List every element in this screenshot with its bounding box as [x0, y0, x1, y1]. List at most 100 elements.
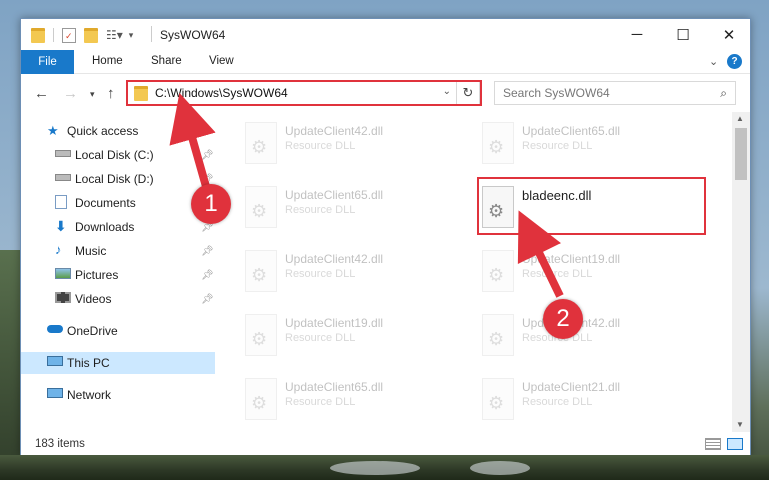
sidebar-item-label: Downloads — [75, 220, 135, 234]
search-icon[interactable]: ⌕ — [720, 86, 727, 101]
tab-view[interactable]: View — [209, 55, 234, 67]
title-bar: ✓ ☷▾ ▾ SysWOW64 ─ ☐ ✕ — [21, 19, 750, 50]
file-item[interactable]: ⚙ UpdateClient42.dll Resource DLL — [239, 118, 469, 172]
tab-home[interactable]: Home — [92, 55, 123, 67]
scroll-up-icon[interactable]: ▲ — [736, 114, 744, 123]
computer-icon — [47, 356, 63, 366]
ribbon-tabs: File Home Share View ⌄ ? — [21, 50, 750, 74]
file-item-bladeenc[interactable]: ⚙ bladeenc.dll — [476, 182, 706, 236]
dll-file-icon: ⚙ — [245, 250, 277, 292]
file-type: Resource DLL — [285, 204, 356, 216]
dll-file-icon: ⚙ — [482, 378, 514, 420]
file-item[interactable]: ⚙ UpdateClient19.dll Resource DLL — [239, 310, 469, 364]
file-type: Resource DLL — [285, 396, 356, 408]
close-button[interactable]: ✕ — [706, 19, 750, 50]
help-icon[interactable]: ? — [727, 54, 742, 69]
sidebar-item-local-disk-c[interactable]: Local Disk (C:) 📌︎ — [21, 144, 215, 166]
pin-icon[interactable]: 📌︎ — [201, 246, 214, 257]
sidebar-item-documents[interactable]: Documents 📌︎ — [21, 192, 215, 214]
sidebar-item-this-pc[interactable]: This PC — [21, 352, 215, 374]
sidebar-item-pictures[interactable]: Pictures 📌︎ — [21, 264, 215, 286]
sidebar-item-label: Local Disk (D:) — [75, 172, 154, 186]
divider — [53, 28, 54, 42]
search-input[interactable]: Search SysWOW64 ⌕ — [494, 81, 736, 105]
address-path[interactable]: C:\Windows\SysWOW64 — [155, 86, 288, 100]
back-arrow-icon[interactable]: ← — [34, 85, 49, 102]
sidebar-item-label: Videos — [75, 292, 112, 306]
background-landscape-bottom — [0, 455, 769, 480]
navigation-bar: ← → ▾ ↑ C:\Windows\SysWOW64 ⌄ ↻ Search S… — [21, 74, 750, 112]
cloud-icon — [47, 325, 63, 333]
expand-ribbon-icon[interactable]: ⌄ — [709, 55, 718, 68]
pin-icon[interactable]: 📌︎ — [201, 150, 214, 161]
sidebar-item-quick-access[interactable]: ★ Quick access — [21, 120, 215, 142]
recent-locations-icon[interactable]: ▾ — [90, 89, 95, 100]
file-name: UpdateClient21.dll — [522, 380, 621, 394]
item-count: 183 items — [35, 438, 85, 450]
forward-arrow-icon[interactable]: → — [63, 85, 78, 102]
divider — [151, 26, 152, 42]
window-title: SysWOW64 — [160, 28, 226, 42]
step-1-marker: 1 — [191, 184, 231, 224]
sidebar-item-label: Local Disk (C:) — [75, 148, 154, 162]
file-item[interactable]: ⚙ UpdateClient19.dll Resource DLL — [476, 246, 706, 300]
new-folder-icon[interactable] — [84, 27, 98, 43]
search-placeholder: Search SysWOW64 — [503, 86, 610, 100]
sidebar-item-label: Pictures — [75, 268, 119, 282]
sidebar-item-label: OneDrive — [67, 324, 118, 338]
scroll-down-icon[interactable]: ▼ — [736, 420, 744, 429]
sidebar-item-music[interactable]: ♪ Music 📌︎ — [21, 240, 215, 262]
tab-share[interactable]: Share — [151, 55, 182, 67]
sidebar-item-downloads[interactable]: ⬇ Downloads 📌︎ — [21, 216, 215, 238]
pictures-icon — [55, 268, 71, 279]
pin-icon[interactable]: 📌︎ — [201, 294, 214, 305]
file-item[interactable]: ⚙ UpdateClient65.dll Resource DLL — [239, 182, 469, 236]
file-type: Resource DLL — [285, 140, 356, 152]
minimize-button[interactable]: ─ — [614, 19, 660, 50]
scroll-thumb[interactable] — [735, 128, 747, 180]
sidebar-item-network[interactable]: Network — [21, 384, 215, 406]
step-2-marker: 2 — [543, 299, 583, 339]
drive-icon — [55, 174, 71, 181]
file-item[interactable]: ⚙ UpdateClient65.dll Resource DLL — [239, 374, 469, 428]
file-item[interactable]: ⚙ UpdateClient21.dll Resource DLL — [476, 374, 706, 428]
up-arrow-icon[interactable]: ↑ — [107, 85, 115, 102]
pin-icon[interactable]: 📌︎ — [201, 270, 214, 281]
sidebar-item-label: Music — [75, 244, 107, 258]
navigation-pane: ★ Quick access Local Disk (C:) 📌︎ Local … — [21, 112, 215, 432]
sidebar-item-label: Quick access — [67, 124, 139, 138]
sidebar-item-videos[interactable]: Videos 📌︎ — [21, 288, 215, 310]
vertical-scrollbar[interactable]: ▲ ▼ — [732, 112, 750, 432]
file-name: UpdateClient42.dll — [285, 252, 384, 266]
file-type: Resource DLL — [285, 268, 356, 280]
dll-file-icon: ⚙ — [482, 250, 514, 292]
file-item[interactable]: ⚙ UpdateClient65.dll Resource DLL — [476, 118, 706, 172]
file-type: Resource DLL — [522, 140, 593, 152]
sidebar-item-onedrive[interactable]: OneDrive — [21, 320, 215, 342]
file-item[interactable]: ⚙ UpdateClient42.dll Resource DLL — [239, 246, 469, 300]
customize-toolbar-icon[interactable]: ▾ — [129, 30, 134, 41]
details-view-icon[interactable] — [705, 438, 721, 450]
sidebar-item-local-disk-d[interactable]: Local Disk (D:) 📌︎ — [21, 168, 215, 190]
address-bar[interactable]: C:\Windows\SysWOW64 ⌄ ↻ — [126, 81, 480, 105]
file-name: UpdateClient19.dll — [285, 316, 384, 330]
chevron-down-icon[interactable]: ⌄ — [443, 86, 451, 97]
sidebar-item-label: Network — [67, 388, 112, 402]
star-icon: ★ — [47, 123, 59, 138]
tab-file[interactable]: File — [21, 50, 74, 74]
file-item[interactable]: ⚙ UpdateClient42.dll Resource DLL — [476, 310, 706, 364]
large-icons-view-icon[interactable] — [727, 438, 743, 450]
pin-icon[interactable]: 📌︎ — [201, 174, 214, 185]
dll-file-icon: ⚙ — [245, 314, 277, 356]
view-options-icon[interactable]: ☷▾ — [106, 28, 123, 42]
dll-file-icon: ⚙ — [482, 122, 514, 164]
dll-file-icon: ⚙ — [482, 186, 514, 228]
file-name: UpdateClient65.dll — [285, 380, 384, 394]
background-cloud — [330, 461, 420, 475]
documents-icon — [55, 195, 67, 209]
file-type: Resource DLL — [285, 332, 356, 344]
dll-file-icon: ⚙ — [245, 186, 277, 228]
refresh-icon[interactable]: ↻ — [456, 82, 479, 104]
properties-icon[interactable]: ✓ — [62, 27, 76, 43]
maximize-button[interactable]: ☐ — [660, 19, 706, 50]
